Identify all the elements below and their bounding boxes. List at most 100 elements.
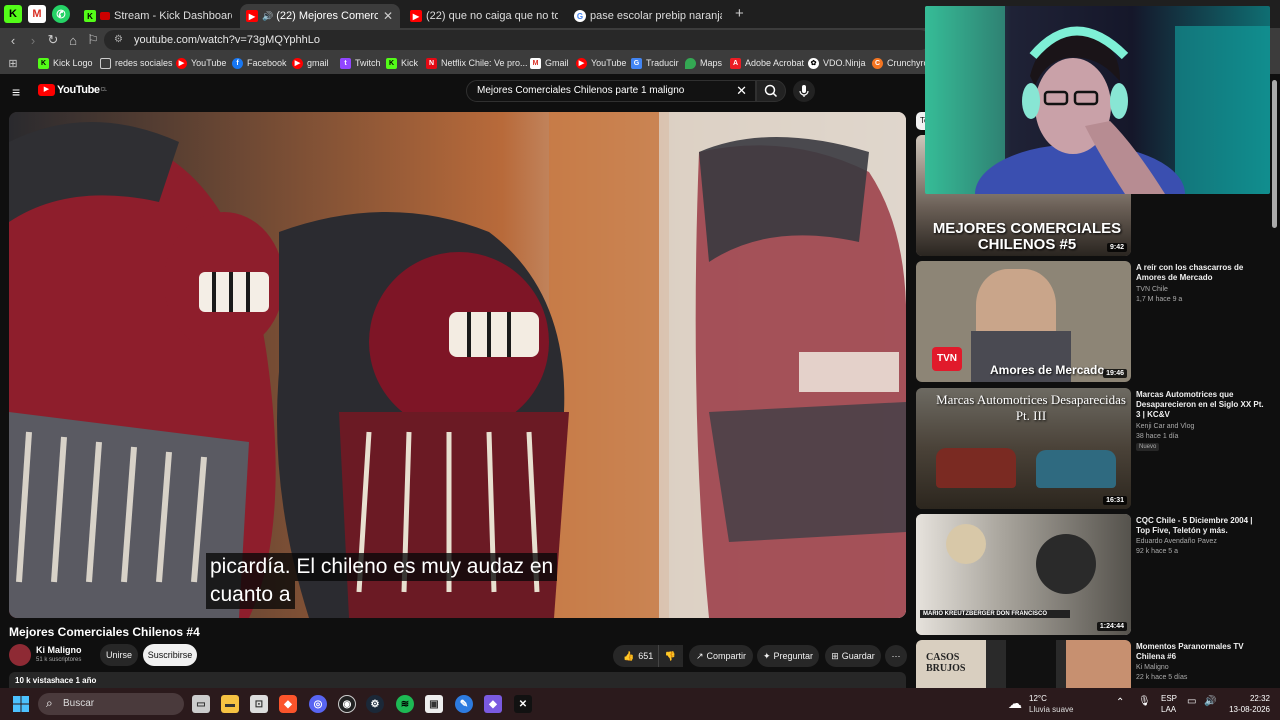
rec-thumbnail-4[interactable]: MARIO KREUTZBERGER DON FRANCISCO 1:24:44 — [916, 514, 1131, 635]
rec-channel-2[interactable]: TVN Chile — [1136, 285, 1266, 295]
bookmark-youtube[interactable]: ▶ YouTube — [176, 56, 226, 70]
app-icon[interactable]: ▣ — [425, 695, 443, 713]
page-scrollbar[interactable] — [1272, 80, 1277, 228]
bookmark-facebook[interactable]: f Facebook — [232, 56, 287, 70]
rec-meta-3: 38 hace 1 día — [1136, 433, 1179, 440]
youtube-logo[interactable]: ▶ YouTube CL — [38, 84, 107, 96]
rec-channel-4[interactable]: Eduardo Avendaño Pavez — [1136, 537, 1266, 547]
pinned-tab-kick-icon[interactable]: K — [4, 5, 22, 23]
back-icon[interactable]: ‹ — [4, 31, 22, 49]
search-input[interactable]: Mejores Comerciales Chilenos parte 1 mal… — [466, 80, 756, 102]
rec-channel-3[interactable]: Kenji Car and Vlog — [1136, 422, 1266, 432]
weather-temp: 12°C — [1029, 694, 1047, 703]
rec-channel-5[interactable]: Ki Maligno — [1136, 663, 1266, 673]
spotify-icon[interactable]: ≋ — [396, 695, 414, 713]
bookmark-adobe-acrobat[interactable]: A Adobe Acrobat — [730, 56, 804, 70]
bookmark-gmail[interactable]: ▶ gmail — [292, 56, 329, 70]
rec-meta-4: 92 k hace 5 a — [1136, 548, 1179, 555]
taskbar-search-box[interactable]: ⌕ Buscar — [38, 693, 184, 715]
join-button[interactable]: Unirse — [100, 644, 138, 666]
crunchyroll-icon: C — [872, 57, 883, 69]
rec-title-2[interactable]: A reír con los chascarros de Amores de M… — [1136, 263, 1266, 283]
home-icon[interactable]: ⌂ — [64, 31, 82, 49]
app-purple-icon[interactable]: ◆ — [484, 695, 502, 713]
rec-title-5[interactable]: Momentos Paranormales TV Chilena #6 — [1136, 642, 1266, 662]
rec-thumbnail-2[interactable]: TVN Amores de Mercado 19:46 — [916, 261, 1131, 382]
tvn-logo: TVN — [932, 347, 962, 371]
youtube-icon: ▶ — [410, 10, 422, 22]
discord-icon[interactable]: ◎ — [309, 695, 327, 713]
share-button[interactable]: ↗ Compartir — [689, 645, 753, 667]
search-button[interactable] — [756, 80, 786, 102]
reload-icon[interactable]: ↻ — [44, 31, 62, 49]
bookmark-netflix[interactable]: N Netflix Chile: Ve pro... — [426, 56, 528, 70]
rec-title-4[interactable]: CQC Chile - 5 Diciembre 2004 | Top Five,… — [1136, 516, 1266, 536]
forward-icon[interactable]: › — [24, 31, 42, 49]
save-button[interactable]: ⊞ Guardar — [825, 645, 881, 667]
bookmark-redes-sociales[interactable]: redes sociales — [100, 56, 173, 70]
more-actions-button[interactable]: ⋯ — [885, 645, 907, 667]
dislike-button[interactable]: 👎 — [658, 645, 682, 667]
pinned-tab-whatsapp-icon[interactable]: ✆ — [52, 5, 70, 23]
clear-search-icon[interactable]: ✕ — [736, 81, 747, 101]
microphone-tray-icon[interactable]: 🎙 — [1138, 696, 1151, 707]
menu-hamburger-icon[interactable]: ≡ — [12, 84, 20, 100]
volume-icon[interactable]: 🔊 — [1204, 696, 1216, 707]
video-subtitles: picardía. El chileno es muy audaz en cua… — [206, 553, 558, 609]
store-icon[interactable]: ⊡ — [250, 695, 268, 713]
bookmark-maps[interactable]: Maps — [685, 56, 722, 70]
sparkle-icon: ✦ — [762, 650, 771, 661]
tab-google-search[interactable]: G pase escolar prebip naranja - Buscar — [568, 4, 728, 28]
close-tab-icon[interactable]: ✕ — [382, 9, 394, 23]
brave-icon[interactable]: ◆ — [279, 695, 297, 713]
bookmark-kick-logo[interactable]: K Kick Logo — [38, 56, 93, 70]
clock-time[interactable]: 22:32 — [1238, 694, 1270, 703]
microphone-icon — [799, 85, 809, 97]
new-tab-icon[interactable]: + — [735, 5, 744, 22]
rec-thumbnail-5[interactable]: CASOS BRUJOS — [916, 640, 1131, 688]
description-box[interactable]: 10 k vistas hace 1 año — [9, 672, 906, 688]
bookmark-twitch[interactable]: t Twitch — [340, 56, 381, 70]
tab-kick-dashboard[interactable]: K Stream - Kick Dashboard — [78, 4, 238, 28]
bookmark-youtube-2[interactable]: ▶ YouTube — [576, 56, 626, 70]
address-bar[interactable]: ⚙ youtube.com/watch?v=73gMQYphhLo — [104, 30, 930, 50]
rec-thumbnail-3[interactable]: Marcas Automotrices Desaparecidas Pt. II… — [916, 388, 1131, 509]
bookmark-vdo-ninja[interactable]: ✿ VDO.Ninja — [808, 56, 866, 70]
youtube-icon: ▶ — [292, 57, 303, 69]
bookmark-kick[interactable]: K Kick — [386, 56, 418, 70]
new-badge: Nuevo — [1136, 443, 1160, 451]
bookmark-icon[interactable]: ⚐ — [84, 31, 102, 49]
bookmark-crunchyroll[interactable]: C Crunchyroll — [872, 56, 933, 70]
video-title: Mejores Comerciales Chilenos #4 — [9, 625, 200, 639]
language-indicator[interactable]: ESP — [1161, 694, 1177, 703]
channel-name[interactable]: Ki Maligno — [36, 645, 82, 655]
obs-icon[interactable]: ◉ — [338, 695, 356, 713]
subscriber-count: 51 k suscriptores — [36, 657, 82, 663]
video-player[interactable]: picardía. El chileno es muy audaz en cua… — [9, 112, 906, 618]
site-info-icon[interactable]: ⚙ — [114, 30, 123, 50]
tray-chevron-icon[interactable]: ⌃ — [1116, 697, 1124, 708]
weather-cloud-icon[interactable]: ☁ — [1008, 695, 1022, 712]
task-view-icon[interactable]: ▭ — [192, 695, 210, 713]
video-frame-image — [9, 112, 906, 618]
subscribe-button[interactable]: Suscribirse — [143, 644, 197, 666]
apps-grid-icon[interactable]: ⊞ — [4, 54, 22, 72]
pinned-tab-gmail-icon[interactable]: M — [28, 5, 46, 23]
windows-logo-icon — [13, 696, 29, 712]
ask-button[interactable]: ✦ Preguntar — [757, 645, 819, 667]
voice-search-button[interactable] — [793, 80, 815, 102]
translate-icon: G — [631, 57, 642, 69]
steam-icon[interactable]: ⚙ — [366, 695, 384, 713]
windows-start-icon[interactable] — [12, 695, 30, 713]
bookmark-gmail-2[interactable]: M Gmail — [530, 56, 569, 70]
app-blue-icon[interactable]: ✎ — [455, 695, 473, 713]
capcut-icon[interactable]: ✕ — [514, 695, 532, 713]
channel-avatar[interactable] — [9, 644, 31, 666]
rec-title-3[interactable]: Marcas Automotrices que Desaparecieron e… — [1136, 390, 1266, 420]
more-dots-icon: ⋯ — [891, 650, 901, 661]
tab-youtube-2[interactable]: ▶ (22) que no caiga que no toque el su — [404, 4, 564, 28]
file-explorer-icon[interactable]: ▬ — [221, 695, 239, 713]
bookmark-traducir[interactable]: G Traducir — [631, 56, 679, 70]
tab-youtube-active[interactable]: ▶ 🔊 (22) Mejores Comerciales Chile ✕ — [240, 4, 400, 28]
network-icon[interactable]: ▭ — [1187, 696, 1196, 707]
